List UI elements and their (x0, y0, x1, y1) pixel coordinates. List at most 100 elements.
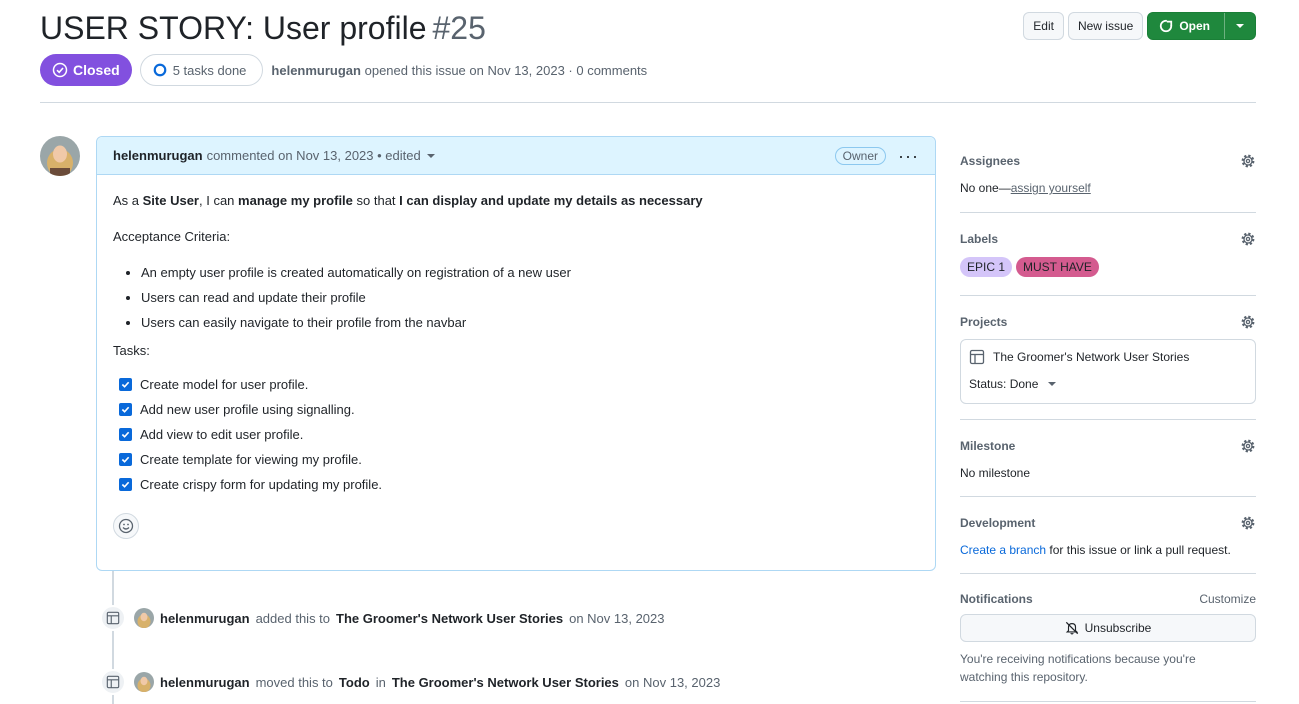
event-column: Todo (338, 674, 370, 690)
event-actor[interactable]: helenmurugan (160, 675, 250, 690)
development-title: Development (960, 516, 1036, 530)
issue-title: USER STORY: User profile #25 (40, 8, 486, 48)
tasks-heading: Tasks: (113, 343, 150, 358)
check-circle-icon (52, 62, 68, 78)
table-icon (969, 349, 985, 365)
assignees-none: No one— (960, 181, 1011, 195)
milestone-title: Milestone (960, 439, 1016, 453)
header-divider (40, 102, 1256, 103)
notifications-note: You're receiving notifications because y… (960, 652, 1196, 684)
sidebar-section-header[interactable]: Milestone (960, 438, 1256, 454)
new-issue-button[interactable]: New issue (1067, 12, 1144, 40)
checkbox-icon[interactable] (119, 378, 132, 391)
chevron-down-icon (1236, 24, 1244, 28)
story-part: As a (113, 193, 143, 208)
story-part: , I can (199, 193, 239, 208)
kebab-icon[interactable]: ··· (898, 147, 919, 165)
issue-number: #25 (432, 10, 486, 46)
checkbox-icon[interactable] (119, 453, 132, 466)
story-part: so that (352, 193, 400, 208)
task-label: Add new user profile using signalling. (140, 402, 355, 417)
gear-icon[interactable] (1240, 314, 1256, 330)
development-value: Create a branch for this issue or link a… (960, 543, 1256, 557)
add-reaction-button[interactable] (113, 513, 139, 539)
gear-icon[interactable] (1240, 515, 1256, 531)
criteria-list: An empty user profile is created automat… (113, 265, 919, 331)
gear-icon[interactable] (1240, 153, 1256, 169)
sidebar-labels: Labels EPIC 1 MUST HAVE (960, 213, 1256, 296)
event-text: added this to (255, 610, 331, 626)
open-dropdown-toggle[interactable] (1225, 13, 1255, 39)
assignees-value: No one—assign yourself (960, 181, 1256, 195)
story-goal: I can display and update my details as n… (399, 193, 703, 208)
list-item: Users can read and update their profile (141, 290, 919, 306)
project-name[interactable]: The Groomer's Network User Stories (993, 350, 1189, 364)
comment-author[interactable]: helenmurugan (113, 148, 203, 163)
event-date[interactable]: on Nov 13, 2023 (625, 675, 720, 690)
customize-link[interactable]: Customize (1199, 592, 1256, 606)
milestone-value: No milestone (960, 466, 1031, 480)
project-card: The Groomer's Network User Stories Statu… (960, 339, 1256, 404)
gear-icon[interactable] (1240, 231, 1256, 247)
open-button[interactable]: Open (1148, 13, 1225, 39)
edit-button[interactable]: Edit (1023, 12, 1064, 40)
issue-state-row: Closed 5 tasks done helenmurugan opened … (40, 54, 647, 86)
labels-list: EPIC 1 MUST HAVE (960, 257, 1256, 277)
task-item: Create model for user profile. (113, 372, 919, 397)
event-date[interactable]: on Nov 13, 2023 (569, 611, 664, 626)
project-status[interactable]: Status: Done (969, 377, 1247, 391)
checkbox-icon[interactable] (119, 478, 132, 491)
tasks-summary: 5 tasks done (172, 62, 247, 78)
sidebar-section-header[interactable]: Labels (960, 231, 1256, 247)
comment-header: helenmurugan commented on Nov 13, 2023 •… (97, 137, 935, 175)
gear-icon[interactable] (1240, 438, 1256, 454)
comment-meta[interactable]: commented on Nov 13, 2023 • edited (207, 148, 421, 163)
state-badge-label: Closed (73, 62, 120, 78)
checkbox-icon[interactable] (119, 403, 132, 416)
task-item: Add new user profile using signalling. (113, 397, 919, 422)
issue-author-link[interactable]: helenmurugan (271, 63, 361, 78)
list-item: Users can easily navigate to their profi… (141, 315, 919, 331)
table-icon (100, 669, 126, 695)
timeline-item: helenmurugan moved this to Todo in The G… (100, 669, 720, 695)
bell-slash-icon (1065, 621, 1078, 635)
projects-title: Projects (960, 315, 1008, 329)
avatar[interactable] (40, 136, 80, 176)
header-actions: Edit New issue Open (1023, 12, 1256, 40)
table-icon (100, 605, 126, 631)
issue-meta: helenmurugan opened this issue on Nov 13… (271, 63, 647, 78)
chevron-down-icon[interactable] (426, 153, 435, 158)
task-label: Create crispy form for updating my profi… (140, 477, 383, 492)
task-label: Create model for user profile. (140, 377, 309, 392)
chevron-down-icon (1048, 382, 1057, 386)
sidebar-section-header[interactable]: Development (960, 515, 1256, 531)
task-label: Add view to edit user profile. (140, 427, 304, 442)
notifications-title: Notifications (960, 592, 1033, 606)
assign-yourself-link[interactable]: assign yourself (1011, 181, 1091, 195)
label-epic-1[interactable]: EPIC 1 (960, 257, 1013, 277)
task-item: Create crispy form for updating my profi… (113, 472, 919, 497)
project-row[interactable]: The Groomer's Network User Stories (969, 349, 1247, 365)
sidebar-development: Development Create a branch for this iss… (960, 497, 1256, 574)
issue-opened-text: opened this issue on Nov 13, 2023 · 0 co… (364, 62, 648, 78)
sidebar-milestone: Milestone No milestone (960, 420, 1256, 497)
sidebar-section-header[interactable]: Projects (960, 314, 1256, 330)
avatar[interactable] (134, 672, 154, 692)
unsubscribe-button[interactable]: Unsubscribe (960, 614, 1256, 642)
issue-comment: helenmurugan commented on Nov 13, 2023 •… (96, 136, 936, 571)
event-project[interactable]: The Groomer's Network User Stories (392, 675, 619, 690)
sidebar-section-header[interactable]: Assignees (960, 153, 1256, 169)
checkbox-icon[interactable] (119, 428, 132, 441)
label-must-have[interactable]: MUST HAVE (1016, 257, 1099, 277)
avatar[interactable] (134, 608, 154, 628)
tasks-progress-pill[interactable]: 5 tasks done (139, 54, 264, 86)
create-branch-link[interactable]: Create a branch (960, 543, 1046, 557)
event-actor[interactable]: helenmurugan (160, 611, 250, 626)
task-label: Create template for viewing my profile. (140, 452, 362, 467)
timeline-item: helenmurugan added this to The Groomer's… (100, 605, 665, 631)
smiley-icon (118, 518, 134, 534)
event-project[interactable]: The Groomer's Network User Stories (336, 611, 563, 626)
task-item: Add view to edit user profile. (113, 422, 919, 447)
list-item: An empty user profile is created automat… (141, 265, 919, 281)
assignees-title: Assignees (960, 154, 1021, 168)
